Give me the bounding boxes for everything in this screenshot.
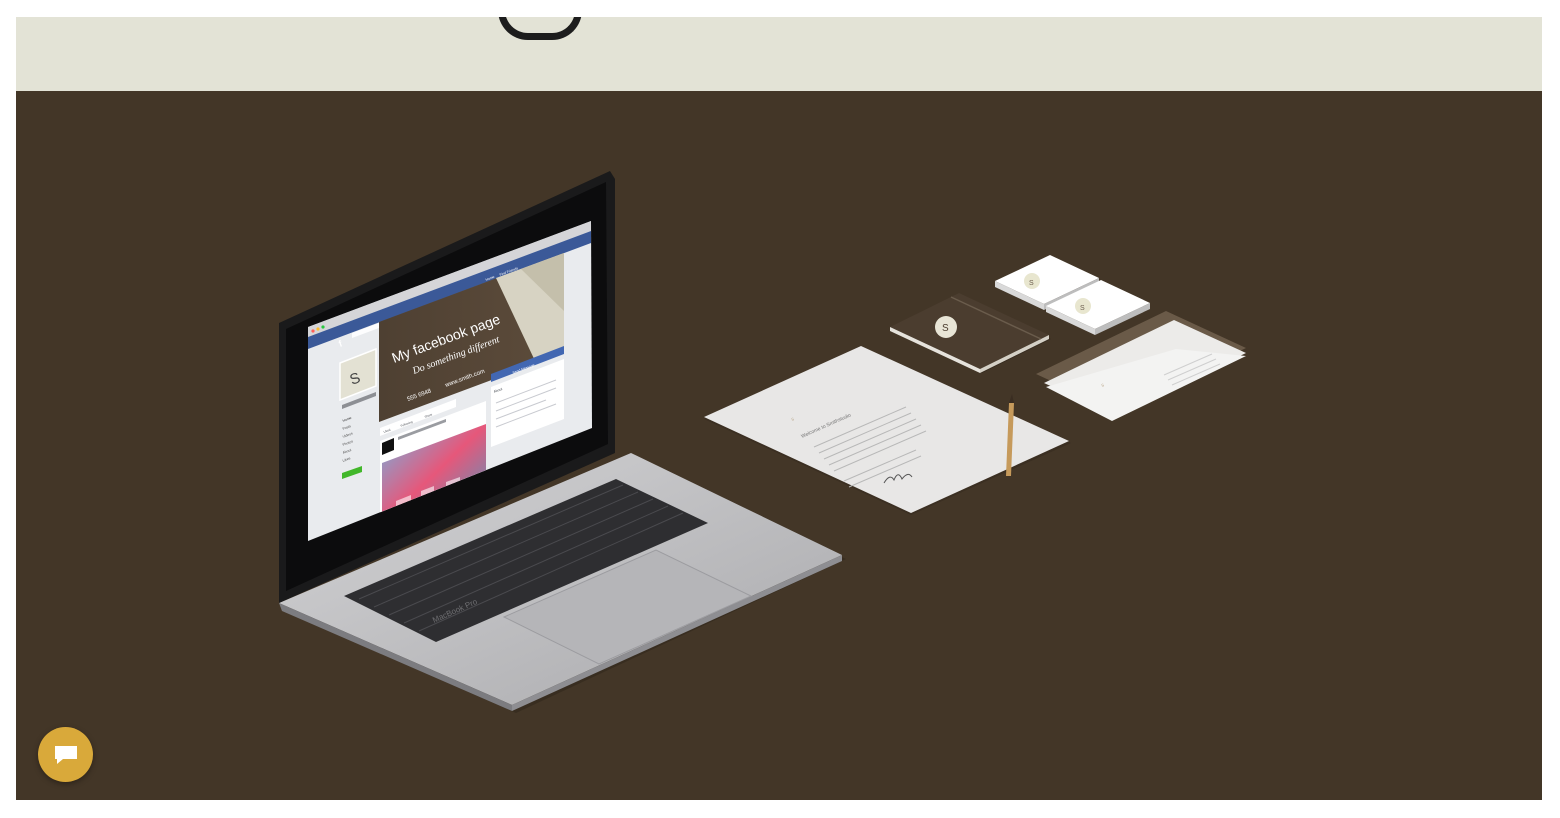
- hero-mockup-section: f Home Find Friends My facebook page Do …: [16, 91, 1542, 800]
- card-logo-letter-1: S: [1029, 280, 1034, 287]
- chat-button[interactable]: [38, 727, 93, 782]
- notebook-logo-letter: S: [942, 323, 949, 334]
- card-logo-letter-2: S: [1080, 305, 1085, 312]
- letterhead-paper: [704, 346, 1069, 513]
- mug-handle-shape: [498, 17, 582, 40]
- chat-bubble-icon: [54, 745, 77, 764]
- stationery-mockup: S Welcome to Smithstudio S S S S: [704, 255, 1246, 515]
- top-banner-image: [16, 17, 1542, 91]
- mockup-illustration: f Home Find Friends My facebook page Do …: [279, 171, 1246, 713]
